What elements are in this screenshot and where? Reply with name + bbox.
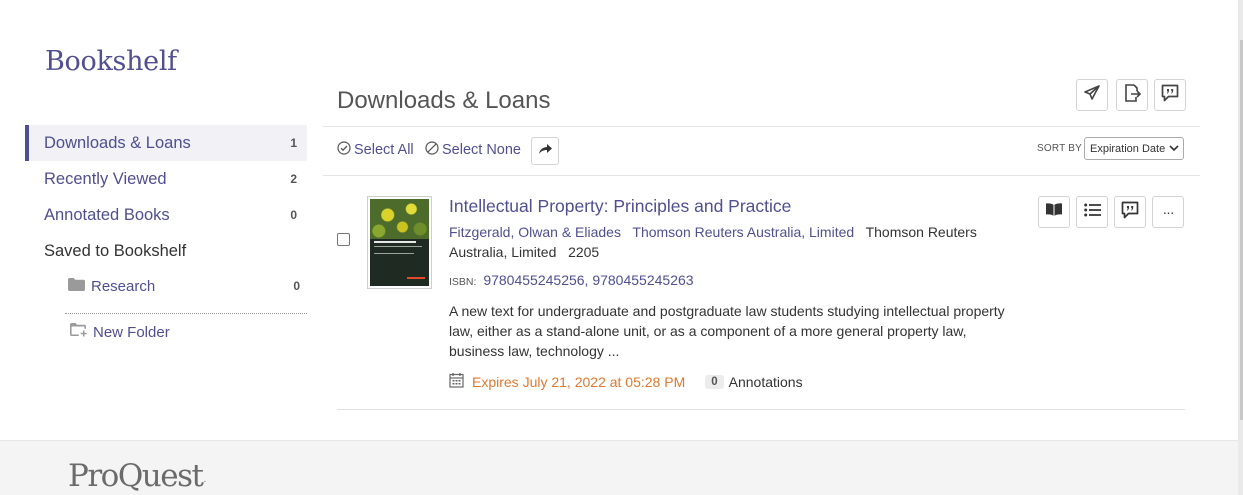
bookshelf-title: Bookshelf	[45, 46, 177, 77]
page-scrollbar[interactable]	[1238, 0, 1243, 495]
select-none-label: Select None	[442, 142, 521, 158]
folder-count: 0	[293, 279, 300, 293]
book-description: A new text for undergraduate and postgra…	[449, 303, 1005, 359]
export-icon	[1123, 83, 1142, 107]
cover-artwork	[370, 199, 429, 240]
export-button[interactable]	[1116, 79, 1148, 111]
sidebar-item-count: 0	[290, 208, 297, 222]
book-select-checkbox[interactable]	[337, 233, 350, 246]
sort-by-label: SORT BY	[1037, 143, 1082, 154]
select-all-button[interactable]: Select All	[337, 141, 414, 159]
page-title: Downloads & Loans	[337, 87, 551, 114]
book-isbn: ISBN: 9780455245256, 9780455245263	[449, 272, 694, 288]
send-icon	[1084, 84, 1100, 106]
send-button[interactable]	[1076, 79, 1108, 111]
isbn-value: 9780455245256, 9780455245263	[483, 272, 694, 288]
view-annotations-button[interactable]	[1114, 196, 1146, 228]
selection-toolbar: Select All Select None SORT BY Expiratio…	[337, 137, 1187, 165]
sidebar-divider	[65, 313, 307, 314]
sort-value: Expiration Date	[1090, 142, 1166, 155]
publisher-link[interactable]: Thomson Reuters Australia, Limited	[632, 224, 854, 240]
more-options-button[interactable]: ···	[1152, 196, 1184, 228]
book-actions: ···	[1038, 196, 1184, 228]
book-title-link[interactable]: Intellectual Property: Principles and Pr…	[449, 196, 791, 217]
folder-label: Research	[91, 277, 156, 295]
sidebar-item-count: 1	[290, 136, 297, 150]
feedback-icon	[1161, 84, 1179, 107]
sidebar-item-label: Annotated Books	[44, 205, 170, 224]
expiration-date: Expires July 21, 2022 at 05:28 PM	[472, 373, 686, 390]
book-authors-line: Fitzgerald, Olwan & Eliades Thomson Reut…	[449, 222, 989, 262]
chevron-down-icon	[1169, 143, 1179, 155]
check-circle-icon	[337, 141, 351, 159]
proquest-logo[interactable]: ProQuest.	[68, 458, 206, 494]
author-link[interactable]: Fitzgerald, Olwan & Eliades	[449, 224, 621, 240]
book-cover[interactable]	[367, 196, 432, 289]
book-cover-image	[370, 199, 429, 286]
new-folder-button[interactable]: New Folder	[70, 323, 170, 341]
folder-icon	[68, 277, 85, 295]
cover-publisher-mark	[407, 277, 425, 279]
book-meta: Expires July 21, 2022 at 05:28 PM 0 Anno…	[449, 372, 803, 391]
table-of-contents-button[interactable]	[1076, 196, 1108, 228]
sort-by-select[interactable]: Expiration Date	[1084, 137, 1184, 160]
share-arrow-icon	[538, 142, 552, 160]
annotations-label: Annotations	[728, 373, 803, 390]
item-divider	[337, 409, 1185, 410]
sidebar-saved-heading: Saved to Bookshelf	[25, 233, 307, 269]
header-divider	[323, 126, 1200, 127]
sidebar-item-count: 2	[290, 172, 297, 186]
toolbar-divider	[323, 175, 1200, 176]
publication-year: 2205	[568, 244, 600, 260]
annotations-count-badge: 0	[705, 374, 724, 389]
cover-title-lines	[374, 240, 424, 254]
open-book-icon	[1045, 202, 1063, 222]
read-book-button[interactable]	[1038, 196, 1070, 228]
sidebar-nav: Downloads & Loans 1 Recently Viewed 2 An…	[25, 125, 307, 269]
isbn-label: ISBN:	[449, 276, 477, 288]
footer: ProQuest.	[0, 440, 1238, 495]
sidebar-folder-research[interactable]: Research 0	[68, 274, 300, 298]
share-selected-button[interactable]	[531, 137, 559, 165]
annotations-icon	[1121, 201, 1139, 224]
header-actions	[1076, 79, 1186, 111]
more-icon: ···	[1162, 204, 1175, 220]
sidebar-item-annotated-books[interactable]: Annotated Books 0	[25, 197, 307, 233]
feedback-button[interactable]	[1154, 79, 1186, 111]
ban-circle-icon	[425, 141, 439, 159]
add-folder-icon	[70, 323, 88, 341]
sidebar-item-label: Recently Viewed	[44, 169, 167, 188]
sidebar-saved-label: Saved to Bookshelf	[44, 241, 187, 260]
select-all-label: Select All	[354, 142, 414, 158]
select-none-button[interactable]: Select None	[425, 141, 521, 159]
sidebar-item-recently-viewed[interactable]: Recently Viewed 2	[25, 161, 307, 197]
sidebar-item-downloads-loans[interactable]: Downloads & Loans 1	[25, 125, 307, 161]
calendar-icon	[449, 372, 464, 391]
sidebar-item-label: Downloads & Loans	[44, 133, 191, 152]
list-icon	[1083, 203, 1101, 222]
new-folder-label: New Folder	[93, 323, 170, 341]
